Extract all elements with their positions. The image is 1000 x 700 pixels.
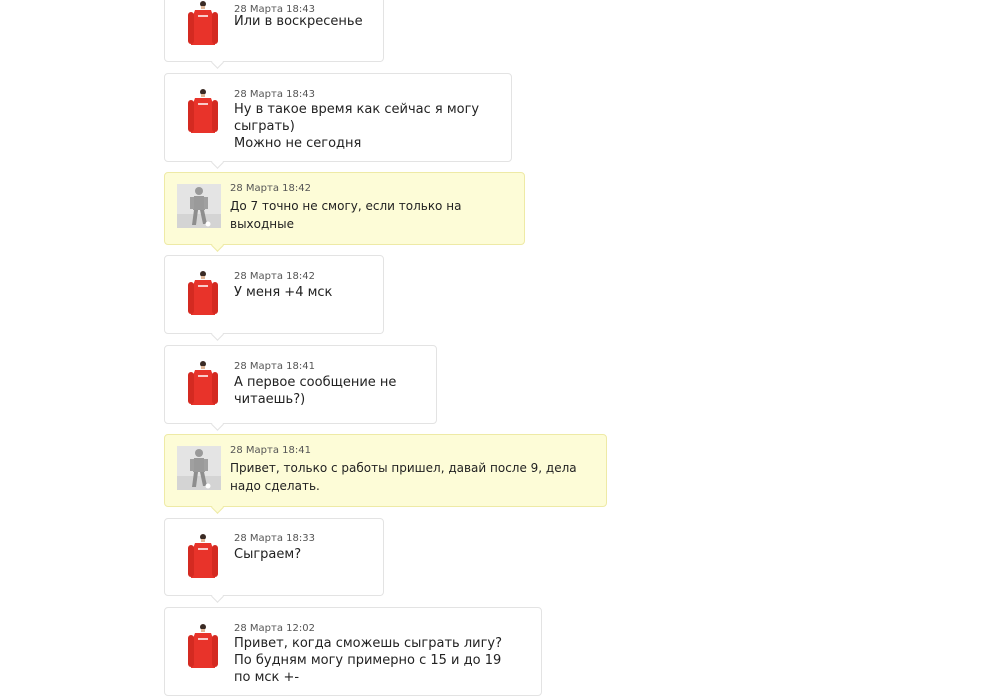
message-text: Привет, только с работы пришел, давай по… <box>230 461 577 493</box>
opponent-avatar-icon[interactable] <box>177 446 221 490</box>
bubble-tail <box>211 418 224 431</box>
bubble-tail <box>211 590 224 603</box>
message-timestamp: 28 Марта 18:33 <box>234 533 315 544</box>
bubble-tail <box>211 56 224 69</box>
message-bubble: 28 Марта 18:41 А первое сообщение не чит… <box>164 345 437 431</box>
message-bubble: 28 Марта 18:41 Привет, только с работы п… <box>164 434 607 514</box>
message-bubble: 28 Марта 12:02 Привет, когда сможешь сыг… <box>164 607 542 696</box>
message-thread: 28 Марта 18:43 Или в воскресенье 28 Март… <box>0 0 1000 700</box>
message-timestamp: 28 Марта 18:41 <box>230 445 311 456</box>
user-avatar-icon[interactable] <box>185 87 221 135</box>
message-timestamp: 28 Марта 18:43 <box>234 89 315 100</box>
user-avatar-icon[interactable] <box>185 359 221 407</box>
bubble-tail <box>211 239 224 252</box>
message-timestamp: 28 Марта 18:41 <box>234 361 315 372</box>
opponent-avatar-icon[interactable] <box>177 184 221 228</box>
message-timestamp: 28 Марта 18:42 <box>234 271 315 282</box>
message-bubble: 28 Марта 18:33 Сыграем? <box>164 518 384 603</box>
message-text: До 7 точно не смогу, если только на выхо… <box>230 199 462 231</box>
message-text: Привет, когда сможешь сыграть лигу? По б… <box>234 636 503 685</box>
message-text: Ну в такое время как сейчас я могу сыгра… <box>234 102 480 151</box>
message-text: Или в воскресенье <box>234 14 363 29</box>
user-avatar-icon[interactable] <box>185 269 221 317</box>
message-bubble: 28 Марта 18:42 До 7 точно не смогу, если… <box>164 172 525 252</box>
message-bubble: 28 Марта 18:42 У меня +4 мск <box>164 255 384 341</box>
message-text: А первое сообщение не читаешь?) <box>234 375 397 407</box>
message-bubble: 28 Марта 18:43 Ну в такое время как сейч… <box>164 73 512 169</box>
bubble-tail <box>211 156 224 169</box>
bubble-tail <box>211 501 224 514</box>
message-text: Сыграем? <box>234 547 302 562</box>
message-timestamp: 28 Марта 18:42 <box>230 183 311 194</box>
message-text: У меня +4 мск <box>234 285 333 300</box>
user-avatar-icon[interactable] <box>185 622 221 670</box>
user-avatar-icon[interactable] <box>185 532 221 580</box>
user-avatar-icon[interactable] <box>185 0 221 47</box>
message-bubble: 28 Марта 18:43 Или в воскресенье <box>164 0 384 69</box>
bubble-tail <box>211 328 224 341</box>
message-timestamp: 28 Марта 12:02 <box>234 623 315 634</box>
